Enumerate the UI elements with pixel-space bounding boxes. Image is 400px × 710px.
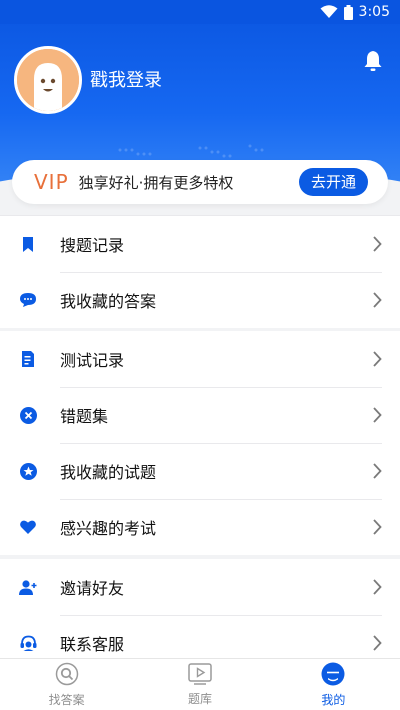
open-vip-button[interactable]: 去开通 xyxy=(298,168,368,196)
headset-icon xyxy=(18,633,38,653)
battery-icon xyxy=(343,4,353,20)
tab-label: 题库 xyxy=(187,691,212,706)
avatar-face-icon xyxy=(17,49,79,111)
profile-icon xyxy=(321,662,345,689)
chevron-right-icon xyxy=(372,407,382,423)
menu-item-label: 错题集 xyxy=(60,407,109,426)
menu-item-test-records[interactable]: 测试记录 xyxy=(0,331,400,387)
menu-group-history: 搜题记录 我收藏的答案 xyxy=(0,215,400,328)
vip-slogan: 独享好礼·拥有更多特权 xyxy=(78,173,234,192)
menu-item-label: 搜题记录 xyxy=(60,236,125,255)
menu-item-label: 我收藏的试题 xyxy=(60,463,157,482)
play-board-icon xyxy=(188,662,212,688)
menu-item-invite-friends[interactable]: 邀请好友 xyxy=(0,559,400,615)
menu-item-label: 我收藏的答案 xyxy=(60,292,157,311)
chevron-right-icon xyxy=(372,351,382,367)
status-time: 3:05 xyxy=(358,4,390,20)
add-user-icon xyxy=(18,577,38,597)
bookmark-icon xyxy=(18,234,38,254)
chat-bubble-icon xyxy=(18,290,38,310)
login-prompt[interactable]: 戳我登录 xyxy=(90,66,162,92)
status-bar: 3:05 xyxy=(0,0,400,24)
chevron-right-icon xyxy=(372,292,382,308)
menu-item-wrong-questions[interactable]: 错题集 xyxy=(0,387,400,443)
x-circle-icon xyxy=(18,405,38,425)
menu-item-favorite-answers[interactable]: 我收藏的答案 xyxy=(0,272,400,328)
menu-item-label: 测试记录 xyxy=(60,351,125,370)
menu-group-tests: 测试记录 错题集 我收藏的试题 感兴趣的考试 xyxy=(0,331,400,555)
tab-label: 我的 xyxy=(321,692,346,707)
vip-badge: VIP xyxy=(34,170,69,194)
tab-label: 找答案 xyxy=(48,692,85,707)
bottom-tab-bar: 找答案 题库 我的 xyxy=(0,658,400,710)
menu-item-label: 联系客服 xyxy=(60,635,125,654)
avatar[interactable] xyxy=(14,46,82,114)
menu-item-search-history[interactable]: 搜题记录 xyxy=(0,216,400,272)
menu-group-social: 邀请好友 联系客服 xyxy=(0,559,400,671)
chevron-right-icon xyxy=(372,236,382,252)
tab-find-answers[interactable]: 找答案 xyxy=(0,659,133,710)
wifi-icon xyxy=(320,5,338,19)
tab-mine[interactable]: 我的 xyxy=(267,659,400,710)
search-icon xyxy=(55,662,79,689)
chevron-right-icon xyxy=(372,635,382,651)
star-circle-icon xyxy=(18,461,38,481)
chevron-right-icon xyxy=(372,463,382,479)
heart-icon xyxy=(18,517,38,537)
chevron-right-icon xyxy=(372,579,382,595)
chevron-right-icon xyxy=(372,519,382,535)
menu-item-favorite-questions[interactable]: 我收藏的试题 xyxy=(0,443,400,499)
vip-banner[interactable]: VIP 独享好礼·拥有更多特权 去开通 xyxy=(12,160,388,204)
bell-icon[interactable] xyxy=(363,50,383,76)
menu-item-label: 感兴趣的考试 xyxy=(60,519,157,538)
menu-item-label: 邀请好友 xyxy=(60,579,125,598)
tab-question-bank[interactable]: 题库 xyxy=(133,659,266,710)
edit-document-icon xyxy=(18,349,38,369)
menu-item-interested-exams[interactable]: 感兴趣的考试 xyxy=(0,499,400,555)
